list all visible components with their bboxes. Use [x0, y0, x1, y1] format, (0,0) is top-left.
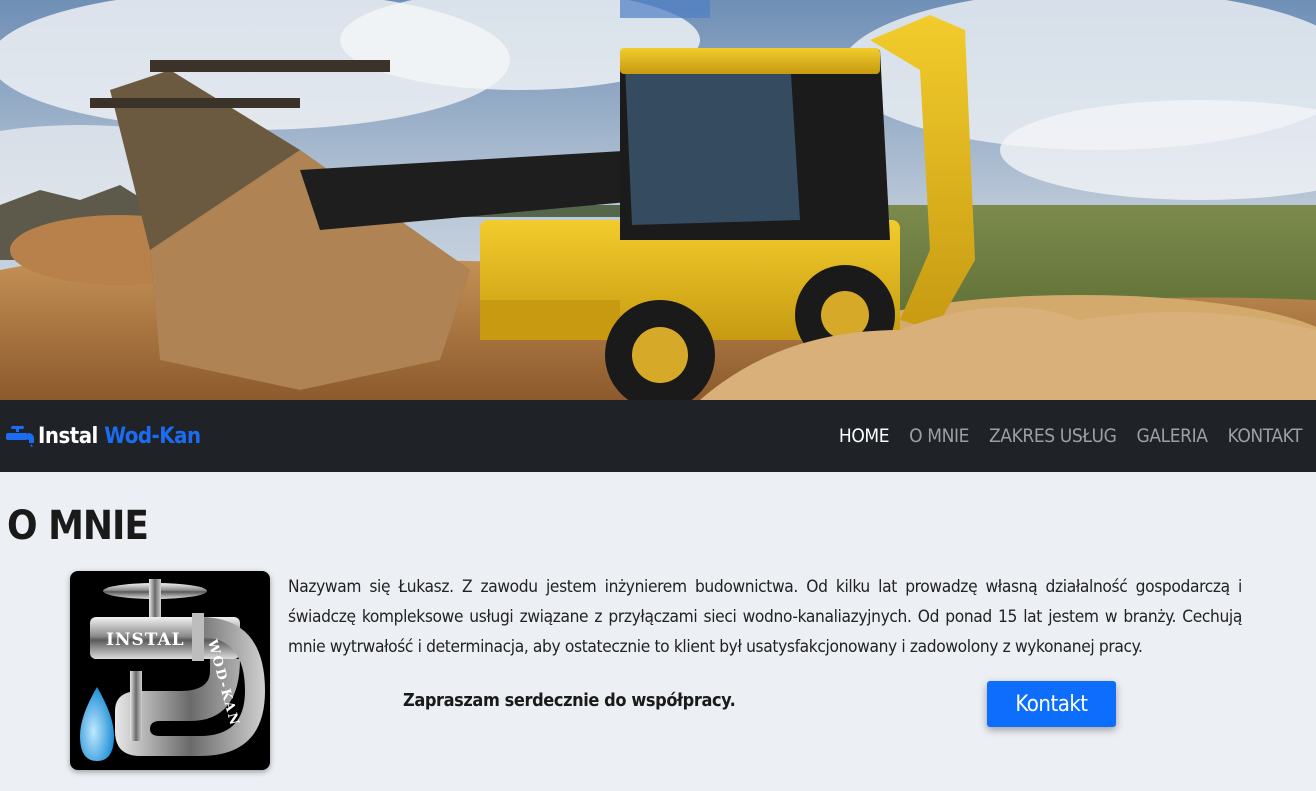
brand-link[interactable]: Instal Wod-Kan	[6, 424, 201, 449]
brand-name: Instal	[38, 423, 98, 449]
navbar: Instal Wod-Kan HOME O MNIE ZAKRES USŁUG …	[0, 400, 1316, 472]
nav-item-galeria[interactable]: GALERIA	[1137, 425, 1208, 447]
nav-item-home[interactable]: HOME	[839, 425, 890, 447]
faucet-icon	[6, 425, 34, 447]
nav-item-zakres-uslug[interactable]: ZAKRES USŁUG	[989, 425, 1117, 447]
hero-excavator-image	[0, 0, 1316, 400]
company-logo: INSTAL WOD-KAN	[70, 571, 270, 770]
logo-text-instal: INSTAL	[106, 630, 185, 650]
nav-item-kontakt[interactable]: KONTAKT	[1228, 425, 1303, 447]
section-title: O MNIE	[7, 503, 149, 549]
brand-name-accent: Wod-Kan	[104, 423, 201, 449]
nav-menu: HOME O MNIE ZAKRES USŁUG GALERIA KONTAKT	[839, 425, 1303, 447]
invitation-text: Zapraszam serdecznie do współpracy.	[403, 690, 736, 711]
contact-button[interactable]: Kontakt	[987, 681, 1116, 727]
hero-banner	[0, 0, 1316, 400]
nav-item-o-mnie[interactable]: O MNIE	[909, 425, 969, 447]
about-paragraph: Nazywam się Łukasz. Z zawodu jestem inży…	[288, 577, 1242, 657]
